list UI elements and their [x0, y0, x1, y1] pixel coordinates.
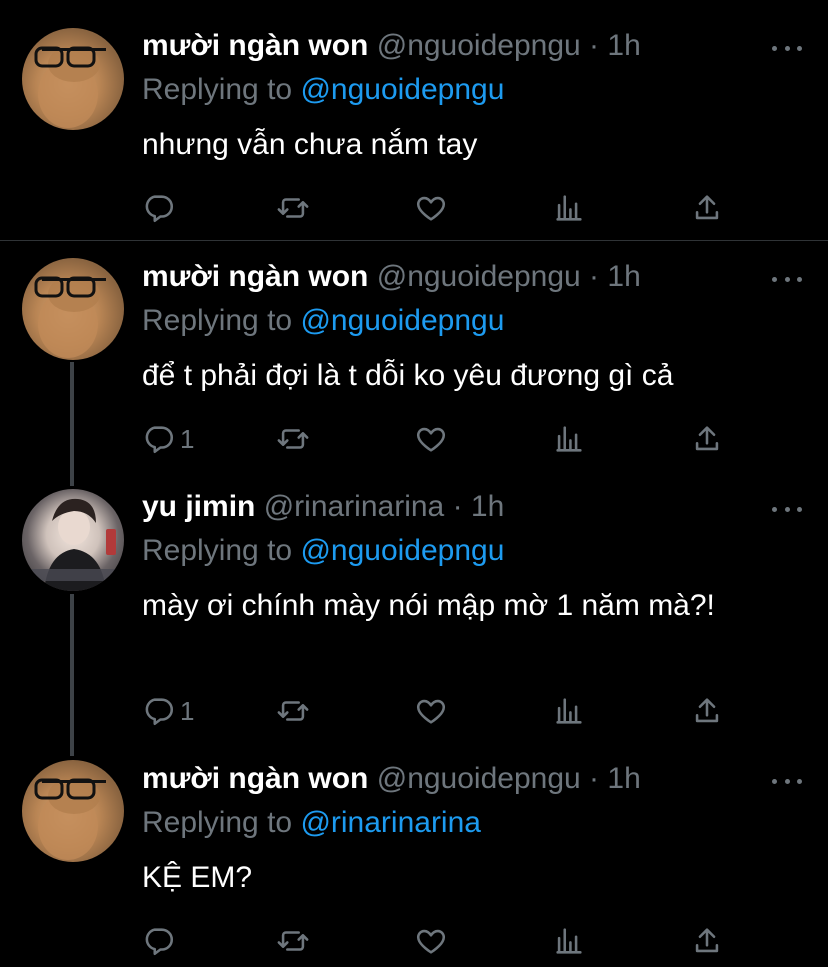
- tweet-text: để t phải đợi là t dỗi ko yêu đương gì c…: [142, 359, 674, 392]
- like-icon: [416, 699, 446, 724]
- like-button[interactable]: [414, 421, 448, 457]
- reply-count: 1: [180, 423, 195, 454]
- separator: ·: [589, 260, 600, 293]
- like-icon: [416, 929, 446, 954]
- avatar[interactable]: [22, 489, 124, 591]
- tweet-header: mười ngàn won @nguoidepngu · 1h: [142, 761, 641, 797]
- share-icon: [695, 195, 719, 220]
- handle[interactable]: @nguoidepngu: [377, 29, 581, 62]
- share-icon: [695, 426, 719, 451]
- tweet-actions: [142, 923, 742, 959]
- tweet-text: KỆ EM?: [142, 861, 253, 894]
- replying-to-mention[interactable]: @rinarinarina: [300, 806, 481, 839]
- more-icon[interactable]: [772, 504, 802, 514]
- tweet[interactable]: mười ngàn won @nguoidepngu · 1h Replying…: [0, 741, 828, 967]
- reply-icon: [145, 928, 174, 956]
- analytics-icon: [556, 195, 582, 221]
- like-icon: [416, 196, 446, 221]
- share-icon: [695, 698, 719, 723]
- cat-with-glasses-icon: [34, 276, 106, 358]
- tweet[interactable]: yu jimin @rinarinarina · 1h Replying to …: [0, 471, 828, 741]
- tweet-actions: 1: [142, 693, 742, 729]
- more-icon[interactable]: [772, 274, 802, 284]
- replying-to-mention[interactable]: @nguoidepngu: [300, 304, 504, 337]
- handle[interactable]: @nguoidepngu: [377, 762, 581, 795]
- replying-to-mention[interactable]: @nguoidepngu: [300, 534, 504, 567]
- retweet-icon: [277, 429, 309, 449]
- display-name[interactable]: mười ngàn won: [142, 260, 368, 293]
- tweet[interactable]: mười ngàn won @nguoidepngu · 1h Replying…: [0, 0, 828, 240]
- retweet-icon: [277, 198, 309, 218]
- person-photo-icon: [30, 498, 116, 591]
- share-button[interactable]: [690, 190, 724, 226]
- analytics-button[interactable]: [552, 190, 586, 226]
- analytics-button[interactable]: [552, 923, 586, 959]
- reply-icon: [145, 698, 174, 726]
- retweet-icon: [277, 701, 309, 721]
- reply-button[interactable]: [142, 923, 180, 959]
- tweet-actions: [142, 190, 742, 226]
- separator: ·: [452, 490, 463, 523]
- retweet-button[interactable]: [276, 923, 310, 959]
- separator: ·: [589, 29, 600, 62]
- like-button[interactable]: [414, 693, 448, 729]
- reply-button[interactable]: 1: [142, 693, 194, 729]
- timestamp[interactable]: 1h: [607, 29, 640, 62]
- analytics-button[interactable]: [552, 693, 586, 729]
- tweet-actions: 1: [142, 421, 742, 457]
- reply-icon: [145, 195, 174, 223]
- analytics-icon: [556, 426, 582, 452]
- retweet-button[interactable]: [276, 693, 310, 729]
- separator: ·: [589, 762, 600, 795]
- replying-to: Replying to @nguoidepngu: [142, 72, 504, 108]
- reply-count: 1: [180, 695, 195, 726]
- more-icon[interactable]: [772, 43, 802, 53]
- timestamp[interactable]: 1h: [607, 762, 640, 795]
- analytics-icon: [556, 928, 582, 954]
- replying-to-label: Replying to: [142, 806, 293, 839]
- replying-to: Replying to @nguoidepngu: [142, 303, 504, 339]
- avatar[interactable]: [22, 258, 124, 360]
- replying-to-label: Replying to: [142, 304, 293, 337]
- analytics-button[interactable]: [552, 421, 586, 457]
- avatar[interactable]: [22, 28, 124, 130]
- reply-button[interactable]: [142, 190, 180, 226]
- tweet-text: nhưng vẫn chưa nắm tay: [142, 128, 478, 161]
- avatar[interactable]: [22, 760, 124, 862]
- share-button[interactable]: [690, 923, 724, 959]
- share-icon: [695, 928, 719, 953]
- replying-to-label: Replying to: [142, 534, 293, 567]
- replying-to-mention[interactable]: @nguoidepngu: [300, 73, 504, 106]
- retweet-icon: [277, 931, 309, 951]
- tweet[interactable]: mười ngàn won @nguoidepngu · 1h Replying…: [0, 241, 828, 471]
- reply-button[interactable]: 1: [142, 421, 194, 457]
- tweet-header: yu jimin @rinarinarina · 1h: [142, 489, 504, 525]
- retweet-button[interactable]: [276, 190, 310, 226]
- like-button[interactable]: [414, 923, 448, 959]
- display-name[interactable]: yu jimin: [142, 490, 255, 523]
- cat-with-glasses-icon: [34, 46, 106, 128]
- like-button[interactable]: [414, 190, 448, 226]
- share-button[interactable]: [690, 693, 724, 729]
- timestamp[interactable]: 1h: [471, 490, 504, 523]
- like-icon: [416, 427, 446, 452]
- replying-to: Replying to @rinarinarina: [142, 805, 481, 841]
- tweet-text: mày ơi chính mày nói mập mờ 1 năm mà?!: [142, 589, 715, 622]
- replying-to-label: Replying to: [142, 73, 293, 106]
- timestamp[interactable]: 1h: [607, 260, 640, 293]
- handle[interactable]: @nguoidepngu: [377, 260, 581, 293]
- more-icon[interactable]: [772, 776, 802, 786]
- share-button[interactable]: [690, 421, 724, 457]
- cat-with-glasses-icon: [34, 778, 106, 860]
- analytics-icon: [556, 698, 582, 724]
- handle[interactable]: @rinarinarina: [264, 490, 445, 523]
- display-name[interactable]: mười ngàn won: [142, 29, 368, 62]
- tweet-header: mười ngàn won @nguoidepngu · 1h: [142, 259, 641, 295]
- reply-icon: [145, 426, 174, 454]
- display-name[interactable]: mười ngàn won: [142, 762, 368, 795]
- retweet-button[interactable]: [276, 421, 310, 457]
- tweet-header: mười ngàn won @nguoidepngu · 1h: [142, 28, 641, 64]
- replying-to: Replying to @nguoidepngu: [142, 533, 504, 569]
